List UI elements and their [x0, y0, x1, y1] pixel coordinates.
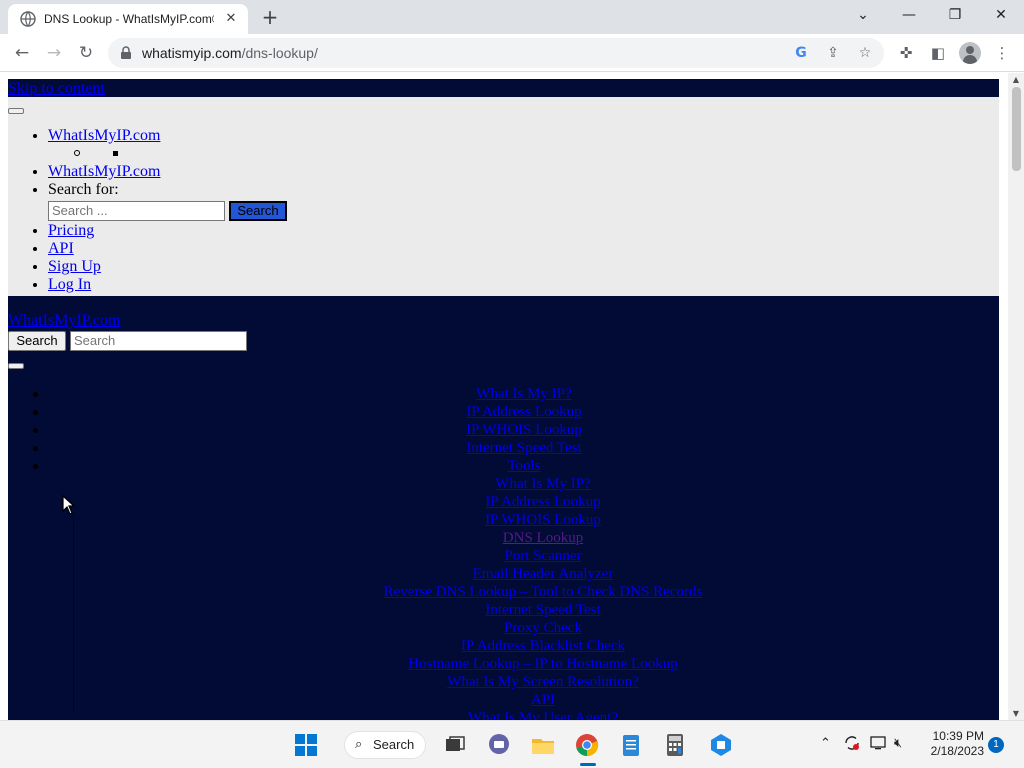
- tool-ip-whois-lookup[interactable]: IP WHOIS Lookup: [485, 512, 601, 529]
- page-scrollbar[interactable]: ▲ ▼: [1008, 73, 1024, 720]
- taskbar-clock[interactable]: 10:39 PM 2/18/2023: [928, 729, 984, 759]
- chrome-icon[interactable]: [573, 731, 601, 759]
- tool-internet-speed-test[interactable]: Internet Speed Test: [485, 602, 600, 619]
- sync-icon[interactable]: [843, 734, 861, 752]
- search-icon: ⌕: [355, 737, 363, 752]
- page-viewport: Skip to content WhatIsMyIP.com WhatIsMyI…: [0, 73, 1024, 720]
- tool-screen-resolution[interactable]: What Is My Screen Resolution?: [447, 674, 639, 691]
- header-search-button[interactable]: Search: [8, 331, 66, 351]
- windows-taskbar: ⌕ Search ⌃ 🔇︎ 10:39 PM 2/18/2023 1: [0, 720, 1024, 768]
- scroll-up-arrow-icon[interactable]: ▲: [1011, 75, 1021, 84]
- notepad-icon[interactable]: [617, 731, 645, 759]
- new-tab-button[interactable]: +: [259, 6, 281, 28]
- task-view-icon[interactable]: [441, 731, 469, 759]
- address-bar[interactable]: whatismyip.com/dns-lookup/ G ⇪ ☆: [108, 38, 884, 68]
- reload-icon[interactable]: ↻: [73, 41, 99, 65]
- menu-search-button[interactable]: Search: [229, 201, 287, 221]
- browser-toolbar: ← → ↻ whatismyip.com/dns-lookup/ G ⇪ ☆ ✜…: [0, 34, 1024, 72]
- tool-proxy-check[interactable]: Proxy Check: [504, 620, 582, 637]
- windows-start-icon[interactable]: [292, 731, 320, 759]
- search-label: Search for:: [48, 181, 119, 198]
- restore-button[interactable]: ❐: [932, 0, 978, 30]
- menu-item-pricing[interactable]: Pricing: [48, 222, 94, 239]
- nav-ip-whois-lookup[interactable]: IP WHOIS Lookup: [466, 422, 582, 439]
- header-search-input[interactable]: Search: [70, 331, 247, 351]
- nav-tools[interactable]: Tools: [507, 458, 540, 475]
- forward-arrow-icon[interactable]: →: [41, 41, 67, 65]
- tab-title: DNS Lookup - WhatIsMyIP.com®: [44, 12, 214, 26]
- tab-close-icon[interactable]: ✕: [222, 10, 240, 28]
- mobile-menu: WhatIsMyIP.com WhatIsMyIP.com Search for…: [8, 97, 999, 296]
- volume-muted-icon[interactable]: 🔇︎: [894, 735, 902, 753]
- profile-avatar-icon[interactable]: [959, 42, 981, 64]
- tool-what-is-my-ip[interactable]: What Is My IP?: [495, 476, 590, 493]
- globe-icon: [20, 11, 36, 27]
- menu-site-link[interactable]: WhatIsMyIP.com: [48, 163, 160, 180]
- tool-ip-address-lookup[interactable]: IP Address Lookup: [485, 494, 600, 511]
- extensions-puzzle-icon[interactable]: ✜: [895, 42, 917, 64]
- tool-ip-blacklist-check[interactable]: IP Address Blacklist Check: [461, 638, 625, 655]
- url-text: whatismyip.com/dns-lookup/: [142, 45, 318, 61]
- back-arrow-icon[interactable]: ←: [9, 41, 35, 65]
- site-header: WhatIsMyIP.com Search Search What Is My …: [8, 296, 999, 720]
- skip-bar: Skip to content: [8, 79, 999, 97]
- active-tab[interactable]: DNS Lookup - WhatIsMyIP.com® ✕: [8, 4, 248, 34]
- clock-time: 10:39 PM: [932, 729, 984, 743]
- tool-api[interactable]: API: [531, 692, 555, 709]
- menu-search-input[interactable]: Search ...: [48, 201, 225, 221]
- display-icon[interactable]: [870, 735, 888, 751]
- nav-ip-address-lookup[interactable]: IP Address Lookup: [466, 404, 581, 421]
- google-icon[interactable]: G: [792, 44, 810, 62]
- nav-toggle-button[interactable]: [8, 363, 24, 369]
- menu-item-api[interactable]: API: [48, 240, 74, 257]
- menu-item-sign-up[interactable]: Sign Up: [48, 258, 101, 275]
- lock-icon: [121, 46, 131, 59]
- menu-toggle-button[interactable]: [8, 108, 24, 114]
- nav-internet-speed-test[interactable]: Internet Speed Test: [466, 440, 581, 457]
- tab-search-chevron-icon[interactable]: ⌄: [840, 0, 886, 30]
- tool-reverse-dns-lookup[interactable]: Reverse DNS Lookup – Tool to Check DNS R…: [384, 584, 703, 601]
- bookmark-star-icon[interactable]: ☆: [856, 44, 874, 62]
- share-icon[interactable]: ⇪: [824, 44, 842, 62]
- side-panel-icon[interactable]: ◧: [927, 42, 949, 64]
- more-menu-icon[interactable]: ⋮: [991, 42, 1013, 64]
- notification-badge[interactable]: 1: [988, 737, 1004, 753]
- header-logo-link[interactable]: WhatIsMyIP.com: [8, 312, 120, 330]
- file-explorer-icon[interactable]: [529, 731, 557, 759]
- tool-dns-lookup[interactable]: DNS Lookup: [503, 530, 583, 547]
- tab-strip: DNS Lookup - WhatIsMyIP.com® ✕ + ⌄ — ❐ ✕: [0, 0, 1024, 34]
- menu-item-log-in[interactable]: Log In: [48, 276, 91, 293]
- taskbar-search-button[interactable]: ⌕ Search: [344, 731, 426, 759]
- tool-hostname-lookup[interactable]: Hostname Lookup – IP to Hostname Lookup: [408, 656, 677, 673]
- close-window-button[interactable]: ✕: [978, 0, 1024, 30]
- nav-what-is-my-ip[interactable]: What Is My IP?: [476, 386, 571, 403]
- scroll-down-arrow-icon[interactable]: ▼: [1011, 709, 1021, 718]
- app-icon[interactable]: [707, 731, 735, 759]
- chrome-active-indicator: [580, 763, 596, 766]
- tool-email-header-analyzer[interactable]: Email Header Analyzer: [473, 566, 614, 583]
- menu-logo-link[interactable]: WhatIsMyIP.com: [48, 127, 160, 144]
- mouse-cursor-icon: [62, 495, 76, 515]
- teams-chat-icon[interactable]: [485, 731, 513, 759]
- minimize-button[interactable]: —: [886, 0, 932, 30]
- calculator-icon[interactable]: [661, 731, 689, 759]
- menu-logo-item: WhatIsMyIP.com: [48, 127, 160, 145]
- tool-user-agent[interactable]: What Is My User Agent?: [468, 710, 618, 720]
- scrollbar-thumb[interactable]: [1012, 87, 1021, 171]
- tool-port-scanner[interactable]: Port Scanner: [504, 548, 581, 565]
- clock-date: 2/18/2023: [930, 744, 984, 758]
- show-hidden-icons-chevron-icon[interactable]: ⌃: [820, 735, 831, 753]
- skip-to-content-link[interactable]: Skip to content: [8, 80, 105, 98]
- menu-sublist: [48, 145, 160, 163]
